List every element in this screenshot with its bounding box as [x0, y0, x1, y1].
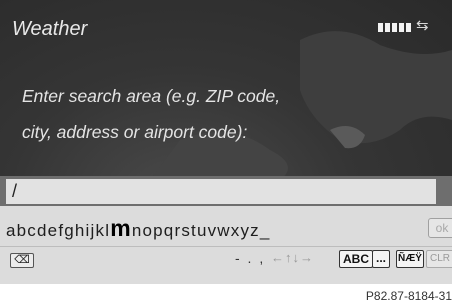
search-input[interactable]: / [6, 179, 436, 204]
abc-case-button[interactable]: ABC [339, 250, 373, 268]
selected-letter-m[interactable]: m [110, 215, 132, 241]
letter-bar[interactable]: abcdefghijklmnopqrstuvwxyz_ [6, 215, 271, 242]
cursor-arrows-icon[interactable]: ←↑↓→ [271, 250, 314, 265]
punctuation-keys[interactable]: - . , [235, 250, 265, 266]
language-button[interactable]: ÑÆŸ [396, 250, 424, 268]
search-prompt-line-1: Enter search area (e.g. ZIP code, [22, 86, 281, 106]
keyboard-divider [0, 246, 452, 247]
swap-arrows-icon: ⇆ [416, 17, 429, 34]
signal-strength-icon [378, 23, 411, 32]
backspace-icon[interactable]: ⌫ [10, 253, 34, 268]
page-title: Weather [12, 18, 88, 40]
more-characters-button[interactable]: ... [372, 250, 391, 268]
ok-button[interactable]: ok [428, 218, 452, 238]
letters-after-selection[interactable]: nopqrstuvwxyz_ [132, 221, 271, 240]
figure-caption: P82.87-8184-31 [365, 289, 452, 303]
clear-button[interactable]: CLR [426, 250, 452, 268]
search-prompt-line-2: city, address or airport code): [22, 122, 248, 142]
weather-search-screen: Weather ⇆ Enter search area (e.g. ZIP co… [0, 0, 452, 284]
letters-before-selection[interactable]: abcdefghijkl [6, 221, 110, 240]
